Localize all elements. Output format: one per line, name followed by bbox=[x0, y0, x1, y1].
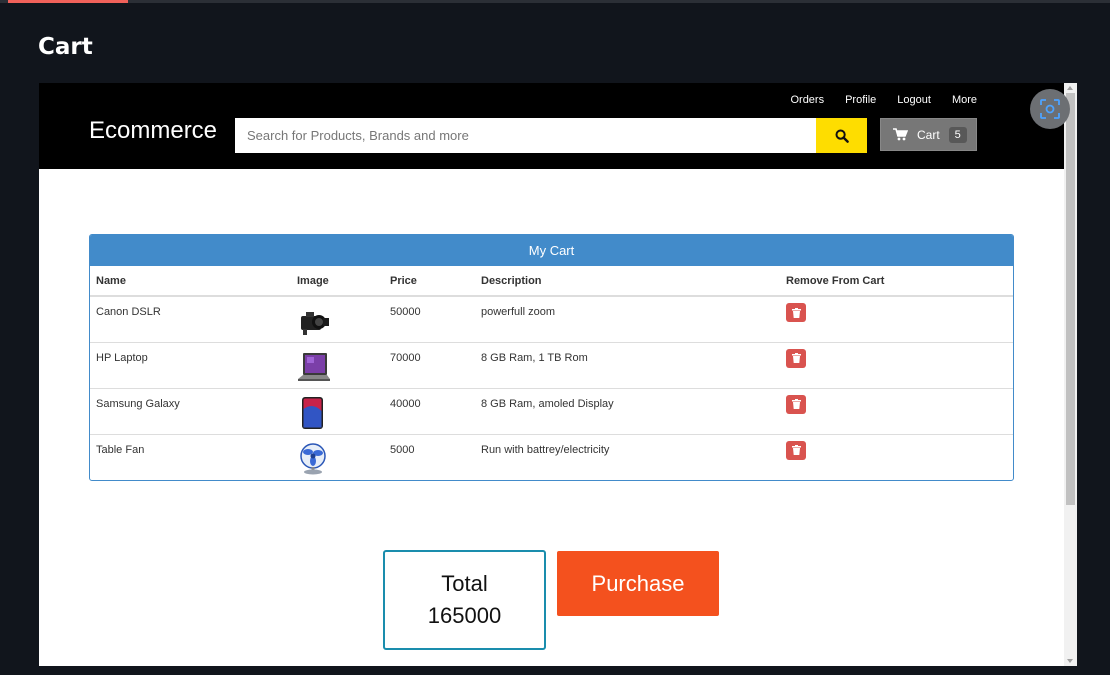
search-input[interactable] bbox=[235, 118, 816, 153]
product-name: Canon DSLR bbox=[96, 306, 161, 318]
column-header-price: Price bbox=[384, 266, 475, 297]
product-name: Table Fan bbox=[90, 433, 291, 480]
total-value: 165000 bbox=[427, 603, 502, 628]
cart-label: Cart bbox=[917, 127, 940, 142]
product-description: 8 GB Ram, 1 TB Rom bbox=[475, 341, 780, 388]
remove-item-button[interactable] bbox=[786, 394, 806, 414]
scroll-up-arrow-icon[interactable] bbox=[1067, 86, 1073, 90]
profile-link[interactable]: Profile bbox=[845, 94, 876, 106]
product-price: 5000 bbox=[384, 433, 475, 480]
browser-top-line bbox=[0, 0, 1110, 3]
purchase-button[interactable]: Purchase bbox=[557, 551, 719, 616]
preview-frame: Ecommerce Orders Profile Logout More Car… bbox=[39, 83, 1077, 666]
active-tab-indicator bbox=[8, 0, 128, 3]
cart-panel-heading: My Cart bbox=[90, 235, 1013, 266]
table-row: HP Laptop 70000 8 GB Ram, 1 TB Rom bbox=[90, 341, 1013, 388]
scroll-thumb[interactable] bbox=[1066, 93, 1075, 505]
search-icon bbox=[835, 129, 849, 143]
page-title: Cart bbox=[38, 34, 93, 60]
product-price: 70000 bbox=[384, 341, 475, 388]
product-price: 40000 bbox=[384, 387, 475, 434]
navbar: Ecommerce Orders Profile Logout More Car… bbox=[39, 83, 1064, 169]
vertical-scrollbar[interactable] bbox=[1064, 83, 1077, 666]
phone-icon bbox=[302, 396, 323, 429]
brand-logo[interactable]: Ecommerce bbox=[89, 117, 217, 145]
column-header-description: Description bbox=[475, 266, 780, 297]
trash-icon bbox=[791, 353, 801, 363]
column-header-image: Image bbox=[291, 266, 384, 297]
camera-icon bbox=[301, 312, 329, 335]
column-header-name: Name bbox=[90, 266, 291, 297]
laptop-icon bbox=[298, 352, 330, 381]
more-link[interactable]: More bbox=[952, 94, 977, 106]
remove-item-button[interactable] bbox=[786, 303, 806, 322]
product-price: 50000 bbox=[390, 306, 421, 318]
table-row: Samsung Galaxy 40000 8 GB Ram, amoled Di… bbox=[90, 387, 1013, 434]
orders-link[interactable]: Orders bbox=[790, 94, 824, 106]
cart-panel: My Cart Name Image Price Description Rem… bbox=[89, 234, 1014, 481]
column-header-remove: Remove From Cart bbox=[780, 266, 1013, 297]
table-row: Table Fan 5000 Run with battrey/electric… bbox=[90, 433, 1013, 480]
remove-item-button[interactable] bbox=[786, 440, 806, 460]
product-name: Samsung Galaxy bbox=[90, 387, 291, 434]
cart-icon bbox=[893, 128, 908, 141]
top-links: Orders Profile Logout More bbox=[790, 94, 977, 106]
cart-table: Name Image Price Description Remove From… bbox=[90, 266, 1013, 480]
product-description: Run with battrey/electricity bbox=[475, 433, 780, 480]
cart-count-badge: 5 bbox=[948, 126, 967, 143]
total-label: Total bbox=[441, 571, 488, 596]
trash-icon bbox=[791, 307, 801, 318]
screenshot-button[interactable] bbox=[1030, 89, 1070, 129]
screenshot-icon bbox=[1040, 99, 1060, 119]
product-description: 8 GB Ram, amoled Display bbox=[475, 387, 780, 434]
total-box: Total 165000 bbox=[383, 550, 546, 650]
product-description: powerfull zoom bbox=[481, 306, 555, 318]
fan-icon bbox=[300, 442, 326, 474]
logout-link[interactable]: Logout bbox=[897, 94, 931, 106]
remove-item-button[interactable] bbox=[786, 348, 806, 368]
table-row: Canon DSLR 50000 powerfull zoom bbox=[90, 296, 1013, 342]
table-header-row: Name Image Price Description Remove From… bbox=[90, 266, 1013, 297]
trash-icon bbox=[791, 399, 801, 409]
trash-icon bbox=[791, 445, 801, 455]
product-name: HP Laptop bbox=[90, 341, 291, 388]
cart-button[interactable]: Cart 5 bbox=[880, 118, 977, 151]
scroll-down-arrow-icon[interactable] bbox=[1067, 659, 1073, 663]
search-button[interactable] bbox=[816, 118, 867, 153]
